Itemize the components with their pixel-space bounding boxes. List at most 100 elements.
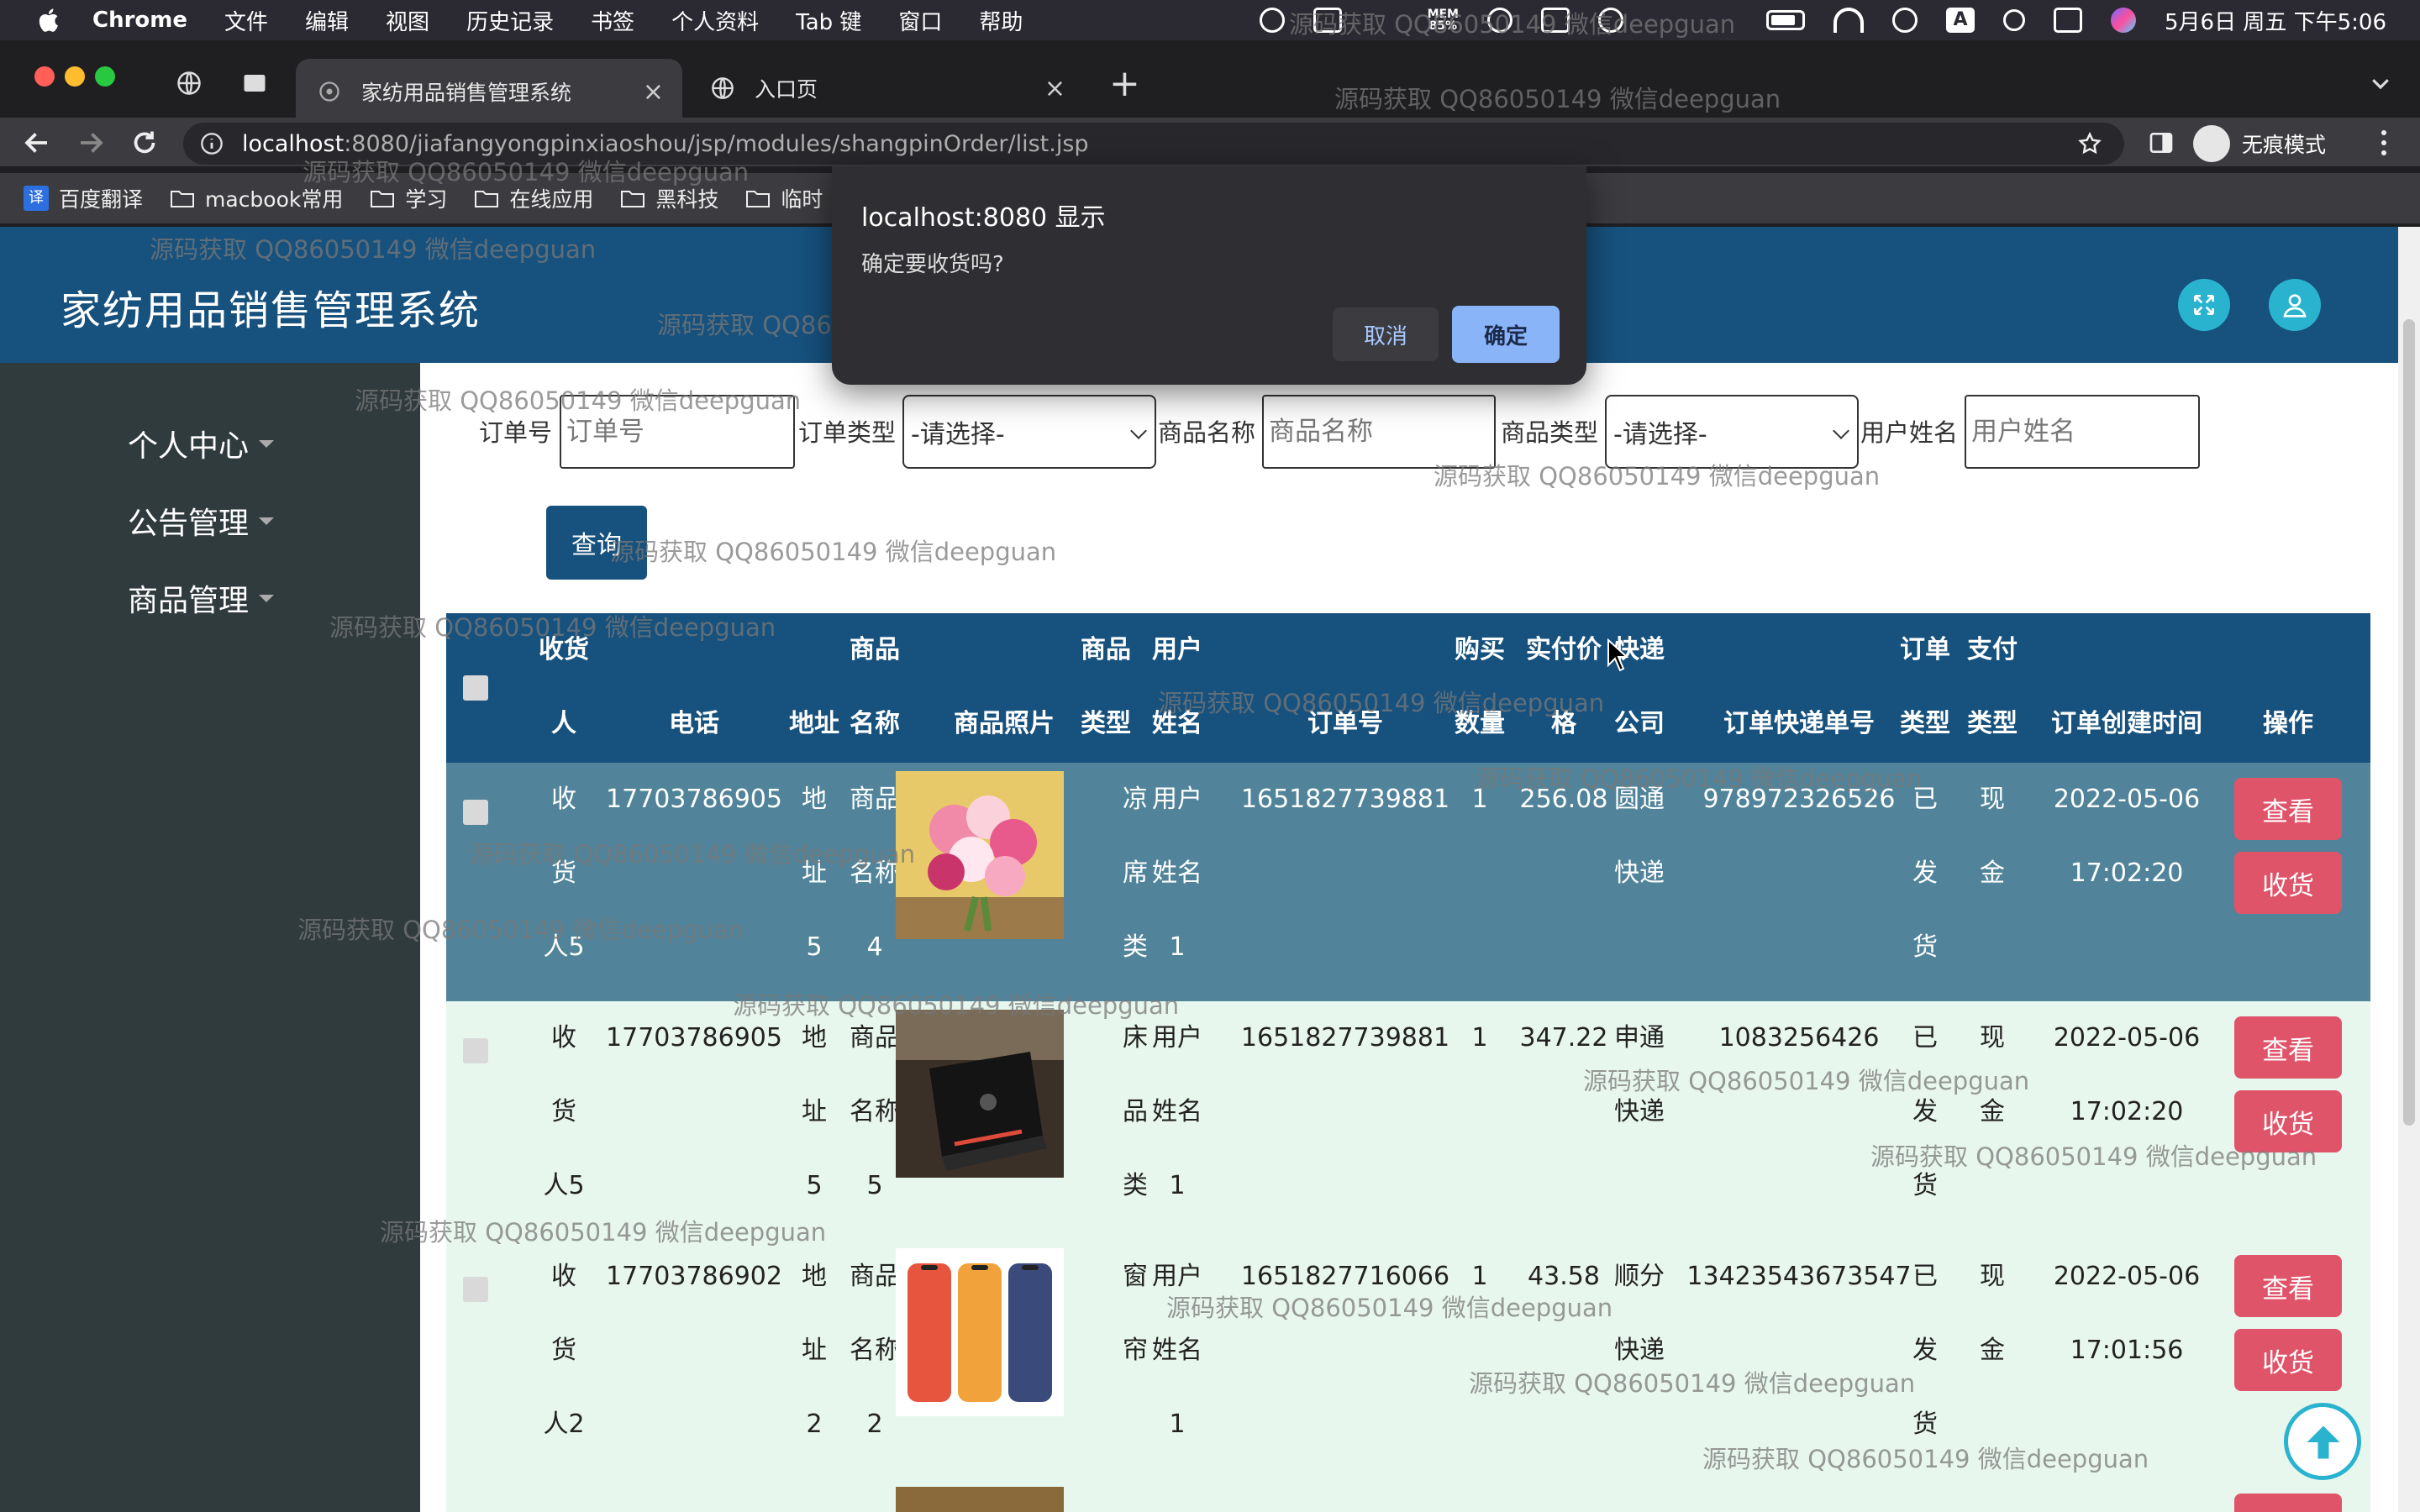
mouse-cursor-icon bbox=[1607, 638, 1629, 672]
row-checkbox[interactable] bbox=[463, 1038, 488, 1063]
macos-menubar: Chrome 文件 编辑 视图 历史记录 书签 个人资料 Tab 键 窗口 帮助… bbox=[0, 0, 2420, 40]
tab-entry[interactable]: 入口页 × bbox=[689, 62, 1084, 114]
incognito-indicator[interactable]: 无痕模式 bbox=[2193, 123, 2326, 165]
forward-arrow-icon[interactable] bbox=[76, 128, 106, 158]
view-button[interactable]: 查看 bbox=[2234, 778, 2342, 840]
th-courier-1: 快递 bbox=[1614, 635, 1665, 664]
record-icon[interactable] bbox=[1259, 8, 1285, 33]
back-to-top-button[interactable] bbox=[2284, 1403, 2361, 1480]
menubar-clock[interactable]: 5月6日 周五 下午5:06 bbox=[2165, 5, 2386, 36]
cell-order-type: 发 bbox=[1912, 1336, 1938, 1365]
scrollbar-thumb[interactable] bbox=[2403, 319, 2415, 1126]
memory-indicator[interactable]: MEM 85% bbox=[1428, 8, 1459, 32]
table-row-partial bbox=[446, 1478, 2370, 1512]
timer-icon[interactable] bbox=[1487, 8, 1512, 33]
battery-icon[interactable] bbox=[1766, 10, 1805, 30]
table-row: 收 货 人2 17703786902 地 址 2 商品 名称 2 窗 帘 用户 … bbox=[446, 1240, 2370, 1478]
address-bar[interactable]: localhost:8080/jiafangyongpinxiaoshou/js… bbox=[183, 123, 2124, 165]
message-icon[interactable] bbox=[1313, 8, 1342, 33]
siri-icon[interactable] bbox=[2111, 8, 2136, 33]
query-button[interactable]: 查询 bbox=[546, 506, 647, 580]
sidebar-item-personal-center[interactable]: 个人中心 bbox=[128, 422, 275, 465]
bookmark-label: 百度翻译 bbox=[59, 187, 144, 212]
menu-bookmarks[interactable]: 书签 bbox=[591, 5, 634, 36]
row-checkbox[interactable] bbox=[463, 1277, 488, 1302]
view-button[interactable]: 查看 bbox=[2234, 1255, 2342, 1317]
spotlight-search-icon[interactable] bbox=[2003, 9, 2025, 31]
order-type-select[interactable]: -请选择- bbox=[902, 395, 1156, 469]
window-zoom-button[interactable] bbox=[95, 66, 115, 87]
input-method-icon[interactable]: A bbox=[1946, 8, 1975, 33]
row-checkbox[interactable] bbox=[463, 800, 488, 825]
view-button-partial[interactable] bbox=[2234, 1494, 2342, 1512]
product-type-select[interactable]: -请选择- bbox=[1605, 395, 1859, 469]
control-center-icon[interactable] bbox=[2054, 8, 2082, 33]
menu-profiles[interactable]: 个人资料 bbox=[671, 5, 759, 36]
sidebar-item-products[interactable]: 商品管理 bbox=[128, 576, 275, 620]
user-profile-button[interactable] bbox=[2269, 279, 2321, 331]
tab-jiafang[interactable]: 家纺用品销售管理系统 × bbox=[296, 59, 682, 124]
fullscreen-button[interactable] bbox=[2178, 279, 2230, 331]
receive-button[interactable]: 收货 bbox=[2234, 1090, 2342, 1152]
bookmark-folder-macbook[interactable]: macbook常用 bbox=[170, 183, 343, 213]
url-path: :8080/jiafangyongpinxiaoshou/jsp/modules… bbox=[344, 130, 1089, 157]
sidebar: 个人中心 公告管理 商品管理 bbox=[0, 363, 420, 1512]
receive-button[interactable]: 收货 bbox=[2234, 1329, 2342, 1391]
cell-phone: 17703786902 bbox=[606, 1262, 782, 1291]
user-name-input[interactable] bbox=[1965, 395, 2200, 469]
window-minimize-button[interactable] bbox=[65, 66, 85, 87]
cell-order-type: 货 bbox=[1912, 1171, 1938, 1200]
bookmark-baidu-fanyi[interactable]: 译百度翻译 bbox=[24, 183, 143, 213]
menu-history[interactable]: 历史记录 bbox=[466, 5, 554, 36]
pinned-tab-icon[interactable] bbox=[242, 71, 267, 96]
menu-tab[interactable]: Tab 键 bbox=[796, 5, 861, 36]
bluetooth-icon[interactable] bbox=[1709, 8, 1738, 33]
apple-logo-icon[interactable] bbox=[35, 6, 64, 34]
menu-app-chrome[interactable]: Chrome bbox=[92, 8, 187, 33]
receive-button[interactable]: 收货 bbox=[2234, 852, 2342, 914]
bell-icon[interactable] bbox=[1370, 8, 1399, 33]
more-menu-icon[interactable] bbox=[2371, 128, 2396, 158]
product-name-input[interactable] bbox=[1262, 395, 1496, 469]
bookmark-folder-tech[interactable]: 黑科技 bbox=[620, 183, 718, 213]
folder-icon bbox=[171, 191, 195, 207]
back-arrow-icon[interactable] bbox=[22, 128, 52, 158]
view-button[interactable]: 查看 bbox=[2234, 1016, 2342, 1079]
menu-edit[interactable]: 编辑 bbox=[305, 5, 349, 36]
menu-help[interactable]: 帮助 bbox=[979, 5, 1023, 36]
vpn-icon[interactable] bbox=[1598, 8, 1623, 33]
window-icon[interactable] bbox=[1541, 8, 1570, 33]
th-user-name-1: 用户 bbox=[1152, 635, 1202, 664]
menu-window[interactable]: 窗口 bbox=[898, 5, 942, 36]
cell-receiver: 货 bbox=[551, 1336, 576, 1365]
bookmark-star-icon[interactable] bbox=[2077, 131, 2102, 156]
order-no-input[interactable] bbox=[560, 395, 795, 469]
user-switch-icon[interactable] bbox=[1892, 8, 1918, 33]
info-icon[interactable] bbox=[200, 132, 224, 155]
dialog-cancel-button[interactable]: 取消 bbox=[1333, 307, 1439, 361]
tab-close-icon[interactable]: × bbox=[1044, 74, 1065, 103]
menu-view[interactable]: 视图 bbox=[386, 5, 429, 36]
side-panel-icon[interactable] bbox=[2148, 129, 2175, 156]
th-pay-type-1: 支付 bbox=[1967, 635, 2018, 664]
reload-icon[interactable] bbox=[129, 128, 160, 158]
bookmark-folder-temp[interactable]: 临时 bbox=[745, 183, 823, 213]
chevron-down-icon[interactable] bbox=[2368, 71, 2393, 96]
select-all-checkbox[interactable] bbox=[463, 675, 488, 701]
dialog-ok-button[interactable]: 确定 bbox=[1452, 306, 1560, 363]
tab-close-icon[interactable]: × bbox=[643, 77, 664, 107]
moon-icon[interactable] bbox=[1652, 8, 1681, 33]
window-close-button[interactable] bbox=[34, 66, 55, 87]
bookmark-folder-study[interactable]: 学习 bbox=[370, 183, 447, 213]
product-photo-partial bbox=[896, 1487, 1064, 1512]
new-tab-icon[interactable]: + bbox=[1109, 62, 1140, 105]
sidebar-item-announcements[interactable]: 公告管理 bbox=[128, 499, 275, 543]
th-operations: 操作 bbox=[2263, 709, 2313, 738]
tab-title: 家纺用品销售管理系统 bbox=[361, 81, 572, 105]
globe-icon[interactable] bbox=[176, 71, 202, 96]
bookmark-folder-online-apps[interactable]: 在线应用 bbox=[474, 183, 593, 213]
cell-order-type: 已 bbox=[1912, 1262, 1938, 1291]
wifi-icon[interactable] bbox=[1833, 8, 1864, 33]
page-scrollbar[interactable] bbox=[2398, 227, 2420, 1512]
menu-file[interactable]: 文件 bbox=[224, 5, 268, 36]
